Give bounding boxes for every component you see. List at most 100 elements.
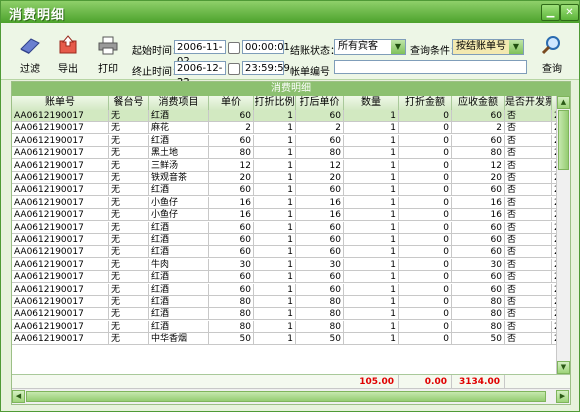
horizontal-scrollbar[interactable]: ◀ ▶ <box>12 388 570 404</box>
table-row[interactable]: AA0612190017无红酒601601060否200 <box>12 234 566 246</box>
table-row[interactable]: AA0612190017无红酒801801080否200 <box>12 308 566 321</box>
cell-receivable: 60 <box>452 271 505 284</box>
horizontal-scroll-thumb[interactable] <box>26 391 546 402</box>
table-row[interactable]: AA0612190017无红酒801801080否200 <box>12 320 566 333</box>
start-time-input[interactable]: 00:00:01 <box>242 40 290 54</box>
cell-bill-number: AA0612190017 <box>12 258 109 271</box>
chevron-down-icon: ▼ <box>391 40 405 54</box>
cell-quantity: 1 <box>344 283 399 296</box>
column-header-discount-rate[interactable]: 打折比例 <box>254 96 296 110</box>
table-row[interactable]: AA0612190017无铁观音茶201201020否200 <box>12 172 566 184</box>
cell-receivable: 80 <box>452 308 505 321</box>
close-button[interactable]: ✕ <box>560 4 579 21</box>
vertical-scroll-thumb[interactable] <box>558 110 569 170</box>
cell-unit-price: 60 <box>209 110 254 122</box>
table-row[interactable]: AA0612190017无红酒601601060否200 <box>12 184 566 197</box>
cell-discounted-price: 80 <box>296 320 344 333</box>
cell-discount-amount: 0 <box>399 320 452 333</box>
cell-item: 黑土地 <box>149 147 209 160</box>
cell-discount-rate: 1 <box>254 159 296 172</box>
minimize-button[interactable]: ▁ <box>541 4 560 21</box>
cell-unit-price: 80 <box>209 296 254 308</box>
search-button[interactable]: 查询 <box>535 35 569 75</box>
cell-bill-number: AA0612190017 <box>12 196 109 209</box>
account-number-input[interactable] <box>334 60 527 74</box>
cell-discount-rate: 1 <box>254 134 296 147</box>
cell-quantity: 1 <box>344 122 399 135</box>
export-button[interactable]: 导出 <box>51 35 85 75</box>
column-header-unit-price[interactable]: 单价 <box>209 96 254 110</box>
start-date-picker[interactable] <box>228 42 240 54</box>
cell-invoice-flag: 否 <box>505 296 552 308</box>
cell-table-number: 无 <box>109 196 149 209</box>
table-row[interactable]: AA0612190017无中华香烟501501050否200 <box>12 333 566 346</box>
scroll-right-icon[interactable]: ▶ <box>556 390 569 403</box>
cell-invoice-flag: 否 <box>505 184 552 197</box>
cell-unit-price: 20 <box>209 172 254 184</box>
column-header-receivable[interactable]: 应收金额 <box>452 96 505 110</box>
column-header-bill-number[interactable]: 账单号 <box>12 96 109 110</box>
cell-invoice-flag: 否 <box>505 221 552 234</box>
cell-discounted-price: 60 <box>296 134 344 147</box>
total-receivable: 3134.00 <box>452 375 505 389</box>
scroll-up-icon[interactable]: ▲ <box>557 96 570 109</box>
table-row[interactable]: AA0612190017无红酒801801080否200 <box>12 296 566 308</box>
filter-button[interactable]: 过滤 <box>13 35 47 75</box>
cell-discount-rate: 1 <box>254 320 296 333</box>
cell-invoice-flag: 否 <box>505 147 552 160</box>
column-header-discounted-price[interactable]: 打后单价 <box>296 96 344 110</box>
column-header-quantity[interactable]: 数量 <box>344 96 399 110</box>
cell-receivable: 80 <box>452 147 505 160</box>
cell-discounted-price: 50 <box>296 333 344 346</box>
table-row[interactable]: AA0612190017无小鱼仔161161016否200 <box>12 196 566 209</box>
table-row[interactable]: AA0612190017无红酒601601060否200 <box>12 283 566 296</box>
end-date-input[interactable]: 2006-12-22 <box>174 61 226 88</box>
search-label: 查询 <box>542 64 562 75</box>
vertical-scrollbar[interactable]: ▲ ▼ <box>556 96 570 374</box>
cell-discount-rate: 1 <box>254 184 296 197</box>
condition-select[interactable]: 按结账单号 ▼ <box>452 39 524 55</box>
cell-table-number: 无 <box>109 110 149 122</box>
cell-discounted-price: 30 <box>296 258 344 271</box>
cell-table-number: 无 <box>109 320 149 333</box>
print-button[interactable]: 打印 <box>91 35 125 75</box>
cell-invoice-flag: 否 <box>505 333 552 346</box>
cell-quantity: 1 <box>344 234 399 246</box>
printer-icon <box>98 36 118 55</box>
cell-bill-number: AA0612190017 <box>12 147 109 160</box>
cell-unit-price: 80 <box>209 308 254 321</box>
table-row[interactable]: AA0612190017无红酒601601060否200 <box>12 134 566 147</box>
table-row[interactable]: AA0612190017无三鲜汤121121012否200 <box>12 159 566 172</box>
cell-receivable: 2 <box>452 122 505 135</box>
scroll-left-icon[interactable]: ◀ <box>12 390 25 403</box>
column-header-item[interactable]: 消费项目 <box>149 96 209 110</box>
table-row[interactable]: AA0612190017无红酒601601060否200 <box>12 110 566 122</box>
column-header-discount-amount[interactable]: 打折金额 <box>399 96 452 110</box>
cell-receivable: 60 <box>452 221 505 234</box>
table-row[interactable]: AA0612190017无牛肉301301030否200 <box>12 258 566 271</box>
table-row[interactable]: AA0612190017无红酒601601060否200 <box>12 271 566 284</box>
table-row[interactable]: AA0612190017无红酒601601060否200 <box>12 221 566 234</box>
cell-discount-amount: 0 <box>399 246 452 259</box>
table-row[interactable]: AA0612190017无红酒601601060否200 <box>12 246 566 259</box>
cell-unit-price: 60 <box>209 283 254 296</box>
end-date-picker[interactable] <box>228 63 240 75</box>
cell-bill-number: AA0612190017 <box>12 221 109 234</box>
end-time-input[interactable]: 23:59:59 <box>242 61 290 75</box>
cell-receivable: 60 <box>452 283 505 296</box>
cell-discount-amount: 0 <box>399 221 452 234</box>
scroll-down-icon[interactable]: ▼ <box>557 361 570 374</box>
column-header-table-number[interactable]: 餐台号 <box>109 96 149 110</box>
status-select[interactable]: 所有宾客 ▼ <box>334 39 406 55</box>
start-date-input[interactable]: 2006-11-02 <box>174 40 226 67</box>
total-discount: 0.00 <box>399 375 452 389</box>
table-row[interactable]: AA0612190017无小鱼仔161161016否200 <box>12 209 566 222</box>
cell-discount-amount: 0 <box>399 296 452 308</box>
column-header-invoice-flag[interactable]: 是否开发票 <box>505 96 552 110</box>
cell-quantity: 1 <box>344 184 399 197</box>
cell-discounted-price: 60 <box>296 184 344 197</box>
cell-quantity: 1 <box>344 172 399 184</box>
cell-quantity: 1 <box>344 308 399 321</box>
table-row[interactable]: AA0612190017无黑土地801801080否200 <box>12 147 566 160</box>
table-row[interactable]: AA0612190017无麻花212102否200 <box>12 122 566 135</box>
